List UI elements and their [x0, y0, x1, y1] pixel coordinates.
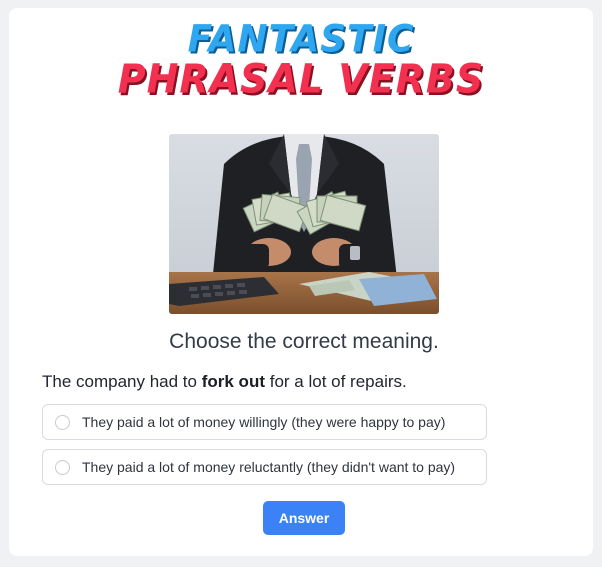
option-label: They paid a lot of money willingly (they… — [82, 414, 446, 430]
sentence-start: The company had to — [42, 372, 202, 391]
businessman-counting-money-image — [169, 134, 439, 314]
radio-button[interactable] — [55, 460, 70, 475]
answer-option-2[interactable]: They paid a lot of money reluctantly (th… — [42, 449, 487, 485]
answer-option-1[interactable]: They paid a lot of money willingly (they… — [42, 404, 487, 440]
instruction-heading: Choose the correct meaning. — [169, 330, 439, 353]
logo-line-fantastic: FANTASTIC — [187, 17, 415, 61]
sentence-end: for a lot of repairs. — [265, 372, 407, 391]
answer-button[interactable]: Answer — [263, 501, 345, 535]
radio-button[interactable] — [55, 415, 70, 430]
logo-line-phrasal-verbs: PHRASAL VERBS — [117, 55, 485, 103]
logo: FANTASTIC PHRASAL VERBS — [0, 17, 602, 103]
question-sentence: The company had to fork out for a lot of… — [42, 372, 407, 392]
option-label: They paid a lot of money reluctantly (th… — [82, 459, 456, 475]
phrasal-verb: fork out — [201, 372, 265, 391]
